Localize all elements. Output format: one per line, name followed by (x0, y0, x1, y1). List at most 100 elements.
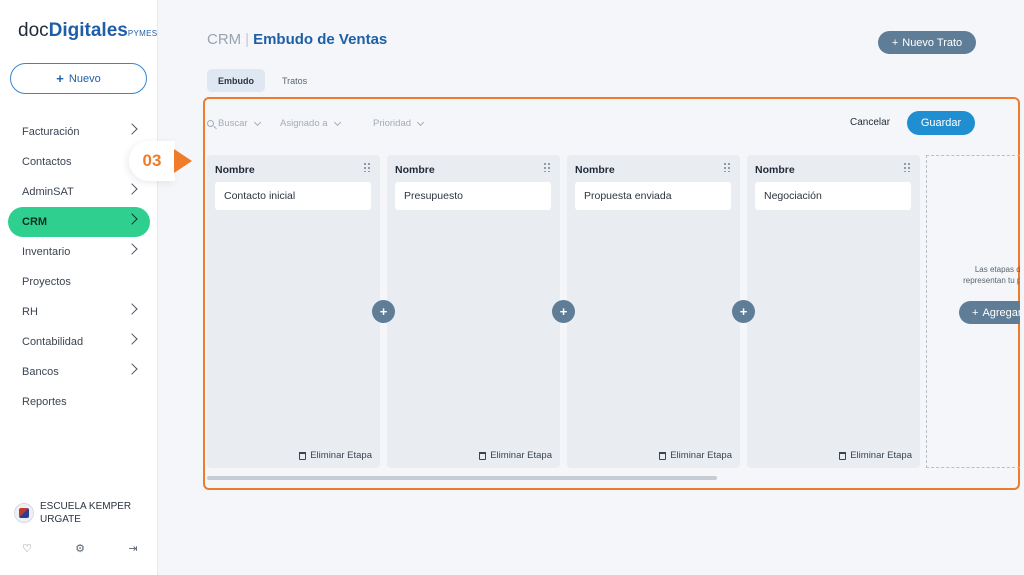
priority-filter[interactable]: Prioridad (373, 118, 425, 129)
chevron-right-icon (126, 243, 138, 255)
sidebar-item-label: Proyectos (22, 276, 71, 288)
add-stage-zone: Las etapas de representan tu proce + Agr… (926, 155, 1020, 468)
user-name: ESCUELA KEMPER URGATE (40, 500, 131, 526)
sidebar-item-label: Reportes (22, 396, 67, 408)
chevron-right-icon (126, 183, 138, 195)
logo-text-digitales: Digitales (48, 20, 128, 41)
tab-embudo[interactable]: Embudo (207, 69, 265, 92)
view-tabs: Embudo Tratos (207, 69, 318, 92)
stage-header: Nombre (215, 164, 255, 176)
sidebar-item-label: AdminSAT (22, 186, 74, 198)
logout-icon[interactable]: ⇥ (126, 542, 140, 555)
sidebar-item-label: Inventario (22, 246, 71, 258)
stage-name-input[interactable]: Contacto inicial (215, 182, 371, 210)
drag-handle-icon[interactable] (363, 162, 371, 172)
drag-handle-icon[interactable] (723, 162, 731, 172)
plus-icon: + (379, 304, 388, 319)
school-logo-icon (19, 508, 29, 518)
insert-stage-button[interactable]: + (372, 300, 395, 323)
stage-header: Nombre (575, 164, 615, 176)
new-deal-button[interactable]: + Nuevo Trato (878, 31, 976, 54)
sidebar-item-label: Contabilidad (22, 336, 84, 348)
plus-icon: + (891, 36, 899, 49)
bell-icon[interactable]: ♡ (20, 542, 34, 555)
sidebar-item-adminsat[interactable]: AdminSAT (8, 177, 150, 207)
chevron-right-icon (126, 123, 138, 135)
delete-stage-button[interactable]: Eliminar Etapa (299, 450, 372, 461)
plus-icon: + (739, 304, 748, 319)
chevron-right-icon (126, 303, 138, 315)
user-name-line1: ESCUELA KEMPER (40, 501, 132, 512)
breadcrumb-root[interactable]: CRM (207, 31, 241, 48)
new-button[interactable]: + Nuevo (10, 63, 147, 94)
stage-column: Nombre Contacto inicial Eliminar Etapa (207, 155, 380, 468)
drag-handle-icon[interactable] (543, 162, 551, 172)
drag-handle-icon[interactable] (903, 162, 911, 172)
plus-icon: + (56, 71, 64, 86)
add-stage-hint-line2: representan tu proce (963, 276, 1020, 285)
assigned-filter-label: Asignado a (280, 118, 328, 129)
search-filter[interactable]: Buscar (207, 118, 261, 129)
stage-name-input[interactable]: Negociación (755, 182, 911, 210)
trash-icon (479, 451, 487, 460)
chevron-right-icon (126, 213, 138, 225)
add-stage-hint: Las etapas de representan tu proce (945, 264, 1020, 286)
stage-name-input[interactable]: Propuesta enviada (575, 182, 731, 210)
sidebar-item-contabilidad[interactable]: Contabilidad (8, 327, 150, 357)
step-callout-badge: 03 (129, 141, 175, 181)
plus-icon: + (559, 304, 568, 319)
tab-tratos[interactable]: Tratos (271, 69, 318, 92)
add-stage-label: Agregar (982, 306, 1020, 319)
insert-stage-button[interactable]: + (732, 300, 755, 323)
delete-stage-label: Eliminar Etapa (490, 450, 552, 461)
chevron-right-icon (126, 333, 138, 345)
save-button[interactable]: Guardar (907, 111, 975, 135)
insert-stage-button[interactable]: + (552, 300, 575, 323)
stage-column: Nombre Propuesta enviada Eliminar Etapa (567, 155, 740, 468)
stage-header: Nombre (395, 164, 435, 176)
delete-stage-button[interactable]: Eliminar Etapa (479, 450, 552, 461)
delete-stage-button[interactable]: Eliminar Etapa (659, 450, 732, 461)
page-title-text: Embudo de Ventas (253, 31, 388, 48)
search-icon (207, 120, 214, 127)
sidebar-item-facturacion[interactable]: Facturación (8, 117, 150, 147)
user-name-line2: URGATE (40, 514, 81, 525)
sidebar-item-crm[interactable]: CRM (8, 207, 150, 237)
trash-icon (839, 451, 847, 460)
sidebar: docDigitalesPYMES + Nuevo Facturación Co… (0, 0, 158, 575)
sidebar-item-label: Contactos (22, 156, 72, 168)
sidebar-item-label: RH (22, 306, 38, 318)
page-title: CRM | Embudo de Ventas (207, 31, 387, 48)
user-profile[interactable]: ESCUELA KEMPER URGATE (14, 500, 154, 526)
assigned-filter[interactable]: Asignado a (280, 118, 341, 129)
stage-column: Nombre Negociación Eliminar Etapa (747, 155, 920, 468)
delete-stage-label: Eliminar Etapa (310, 450, 372, 461)
add-stage-button[interactable]: + Agregar (959, 301, 1020, 324)
delete-stage-button[interactable]: Eliminar Etapa (839, 450, 912, 461)
sidebar-item-inventario[interactable]: Inventario (8, 237, 150, 267)
sidebar-item-label: CRM (22, 216, 48, 228)
trash-icon (659, 451, 667, 460)
sidebar-item-rh[interactable]: RH (8, 297, 150, 327)
breadcrumb-separator: | (245, 31, 250, 48)
sidebar-item-bancos[interactable]: Bancos (8, 357, 150, 387)
stage-name-input[interactable]: Presupuesto (395, 182, 551, 210)
chevron-down-icon (416, 118, 425, 126)
add-stage-hint-line1: Las etapas de (974, 265, 1020, 274)
gear-icon[interactable]: ⚙ (73, 542, 87, 555)
search-filter-label: Buscar (218, 118, 248, 129)
stage-header: Nombre (755, 164, 795, 176)
logo-text-doc: doc (18, 20, 49, 41)
brand-logo[interactable]: docDigitalesPYMES (18, 20, 157, 42)
chevron-right-icon (126, 363, 138, 375)
horizontal-scrollbar[interactable] (207, 476, 717, 480)
priority-filter-label: Prioridad (373, 118, 412, 129)
logo-text-pymes: PYMES (127, 29, 158, 38)
sidebar-item-reportes[interactable]: Reportes (8, 387, 150, 417)
cancel-button[interactable]: Cancelar (850, 117, 890, 128)
new-deal-label: Nuevo Trato (902, 36, 963, 49)
sidebar-item-proyectos[interactable]: Proyectos (8, 267, 150, 297)
stage-column: Nombre Presupuesto Eliminar Etapa (387, 155, 560, 468)
sidebar-item-label: Facturación (22, 126, 80, 138)
delete-stage-label: Eliminar Etapa (850, 450, 912, 461)
